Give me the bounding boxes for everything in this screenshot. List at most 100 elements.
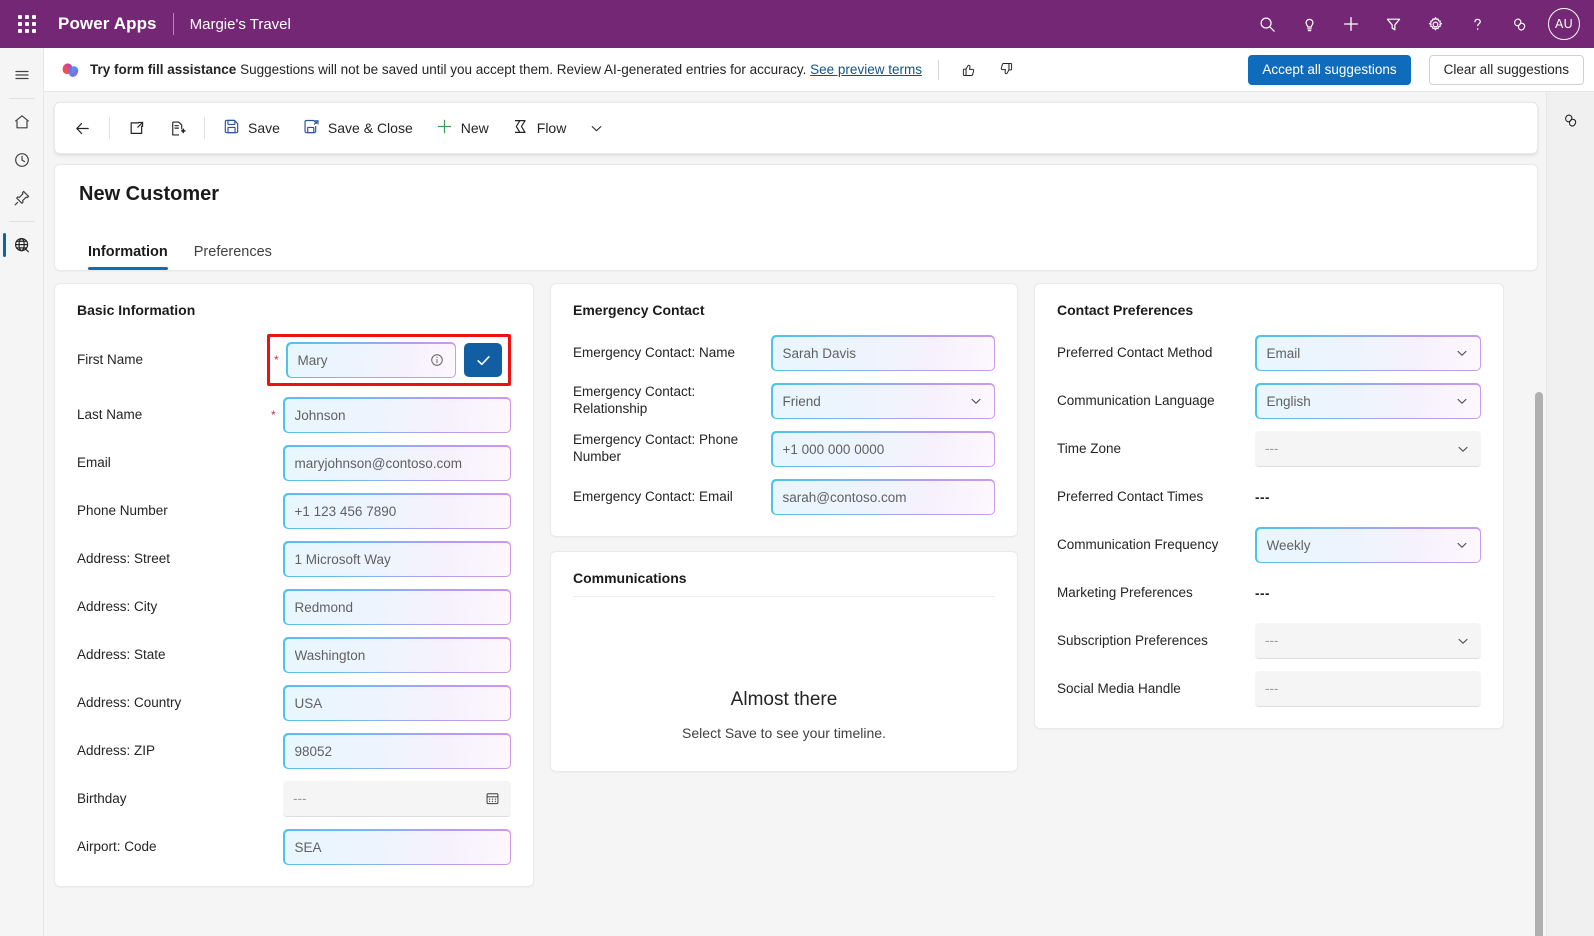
chevron-down-icon[interactable] xyxy=(1454,537,1470,553)
field-email: Email * maryjohnson@contoso.com xyxy=(77,444,511,482)
preview-terms-link[interactable]: See preview terms xyxy=(810,62,922,77)
tab-preferences[interactable]: Preferences xyxy=(185,238,281,270)
input-value: --- xyxy=(293,791,478,806)
address-state-input[interactable]: Washington xyxy=(283,637,511,673)
address-country-input[interactable]: USA xyxy=(283,685,511,721)
accept-suggestion-button[interactable] xyxy=(464,343,502,377)
chevron-down-icon[interactable] xyxy=(968,393,984,409)
field-label: Airport: Code xyxy=(77,839,271,856)
popout-button[interactable] xyxy=(117,111,156,145)
social-media-handle-input[interactable]: --- xyxy=(1255,671,1481,707)
birthday-input[interactable]: --- xyxy=(283,781,511,817)
emergency-contact-name-input[interactable]: Sarah Davis xyxy=(771,335,995,371)
filter-icon[interactable] xyxy=(1374,5,1412,43)
banner-divider xyxy=(938,60,939,80)
last-name-input[interactable]: Johnson xyxy=(283,397,511,433)
form-fill-assist-button[interactable] xyxy=(158,111,197,145)
required-asterisk: * xyxy=(271,408,281,422)
preferred-contact-method-select[interactable]: Email xyxy=(1255,335,1481,371)
waffle-icon xyxy=(18,15,36,33)
chevron-down-icon[interactable] xyxy=(1455,441,1471,457)
field-preferred-contact-times: Preferred Contact Times --- xyxy=(1057,478,1481,516)
time-zone-select[interactable]: --- xyxy=(1255,431,1481,467)
flow-chevron-down-icon[interactable] xyxy=(578,111,615,145)
field-address-country: Address: Country * USA xyxy=(77,684,511,722)
field-label: Communication Language xyxy=(1057,393,1255,410)
emergency-contact-phone-input[interactable]: +1 000 000 0000 xyxy=(771,431,995,467)
email-input[interactable]: maryjohnson@contoso.com xyxy=(283,445,511,481)
field-emergency-contact-phone: Emergency Contact: Phone Number +1 000 0… xyxy=(573,430,995,468)
copilot-icon xyxy=(60,60,80,80)
chevron-down-icon[interactable] xyxy=(1454,393,1470,409)
field-subscription-preferences: Subscription Preferences --- xyxy=(1057,622,1481,660)
field-label: Communication Frequency xyxy=(1057,537,1255,554)
copilot-icon[interactable] xyxy=(1500,5,1538,43)
communication-language-select[interactable]: English xyxy=(1255,383,1481,419)
brand-title[interactable]: Power Apps xyxy=(58,14,157,34)
field-control: +1 000 000 0000 xyxy=(771,431,995,467)
timeline-empty-state: Almost there Select Save to see your tim… xyxy=(573,597,995,771)
readonly-value: --- xyxy=(1255,586,1270,601)
communication-frequency-select[interactable]: Weekly xyxy=(1255,527,1481,563)
plus-icon[interactable] xyxy=(1332,5,1370,43)
back-button[interactable] xyxy=(63,111,102,145)
avatar[interactable]: AU xyxy=(1548,8,1580,40)
input-value: maryjohnson@contoso.com xyxy=(295,456,500,471)
select-value: Weekly xyxy=(1267,538,1448,553)
sidebar-item-pinned[interactable] xyxy=(2,179,42,217)
header-icon-group: AU xyxy=(1248,5,1580,43)
sidebar-item-home[interactable] xyxy=(2,103,42,141)
select-value: Email xyxy=(1267,346,1448,361)
input-value: 1 Microsoft Way xyxy=(295,552,500,567)
new-button[interactable]: New xyxy=(425,111,499,145)
field-control: English xyxy=(1255,383,1481,419)
thumb-like-icon[interactable] xyxy=(955,56,983,84)
app-name-label[interactable]: Margie's Travel xyxy=(190,16,291,33)
help-icon[interactable] xyxy=(1458,5,1496,43)
phone-number-input[interactable]: +1 123 456 7890 xyxy=(283,493,511,529)
field-label: Address: City xyxy=(77,599,271,616)
gear-icon[interactable] xyxy=(1416,5,1454,43)
address-street-input[interactable]: 1 Microsoft Way xyxy=(283,541,511,577)
hamburger-icon[interactable] xyxy=(2,56,42,94)
save-icon xyxy=(222,117,241,139)
lightbulb-icon[interactable] xyxy=(1290,5,1328,43)
section-title: Contact Preferences xyxy=(1057,302,1481,318)
tab-information[interactable]: Information xyxy=(79,238,177,270)
timeline-empty-subtitle: Select Save to see your timeline. xyxy=(682,725,886,741)
right-rail xyxy=(1546,92,1594,936)
emergency-contact-email-input[interactable]: sarah@contoso.com xyxy=(771,479,995,515)
field-label: Emergency Contact: Phone Number xyxy=(573,432,771,466)
rail-divider-2 xyxy=(9,221,35,222)
input-value: +1 000 000 0000 xyxy=(783,442,984,457)
input-value: SEA xyxy=(295,840,500,855)
address-city-input[interactable]: Redmond xyxy=(283,589,511,625)
save-button[interactable]: Save xyxy=(212,111,290,145)
sidebar-item-recent[interactable] xyxy=(2,141,42,179)
scrollbar-thumb[interactable] xyxy=(1535,392,1543,936)
app-launcher-button[interactable] xyxy=(10,7,44,41)
save-close-button[interactable]: Save & Close xyxy=(292,111,423,145)
chevron-down-icon[interactable] xyxy=(1455,633,1471,649)
subscription-preferences-select[interactable]: --- xyxy=(1255,623,1481,659)
vertical-scrollbar[interactable] xyxy=(1535,392,1543,936)
field-control: --- xyxy=(1255,671,1481,707)
field-control: * --- xyxy=(271,781,511,817)
calendar-icon[interactable] xyxy=(484,790,501,807)
field-last-name: Last Name * Johnson xyxy=(77,396,511,434)
search-icon[interactable] xyxy=(1248,5,1286,43)
section-basic-information: Basic Information First Name * xyxy=(54,283,534,887)
flow-button[interactable]: Flow xyxy=(501,111,577,145)
first-name-input[interactable]: Mary xyxy=(286,342,456,378)
clear-all-suggestions-button[interactable]: Clear all suggestions xyxy=(1429,55,1584,85)
info-icon[interactable] xyxy=(429,352,445,368)
chevron-down-icon[interactable] xyxy=(1454,345,1470,361)
sidebar-item-customers[interactable] xyxy=(2,226,42,264)
accept-all-suggestions-button[interactable]: Accept all suggestions xyxy=(1248,55,1410,85)
copilot-panel-icon[interactable] xyxy=(1553,102,1589,138)
address-zip-input[interactable]: 98052 xyxy=(283,733,511,769)
emergency-contact-relationship-select[interactable]: Friend xyxy=(771,383,995,419)
thumb-dislike-icon[interactable] xyxy=(993,56,1021,84)
airport-code-input[interactable]: SEA xyxy=(283,829,511,865)
field-control: --- xyxy=(1255,490,1481,505)
